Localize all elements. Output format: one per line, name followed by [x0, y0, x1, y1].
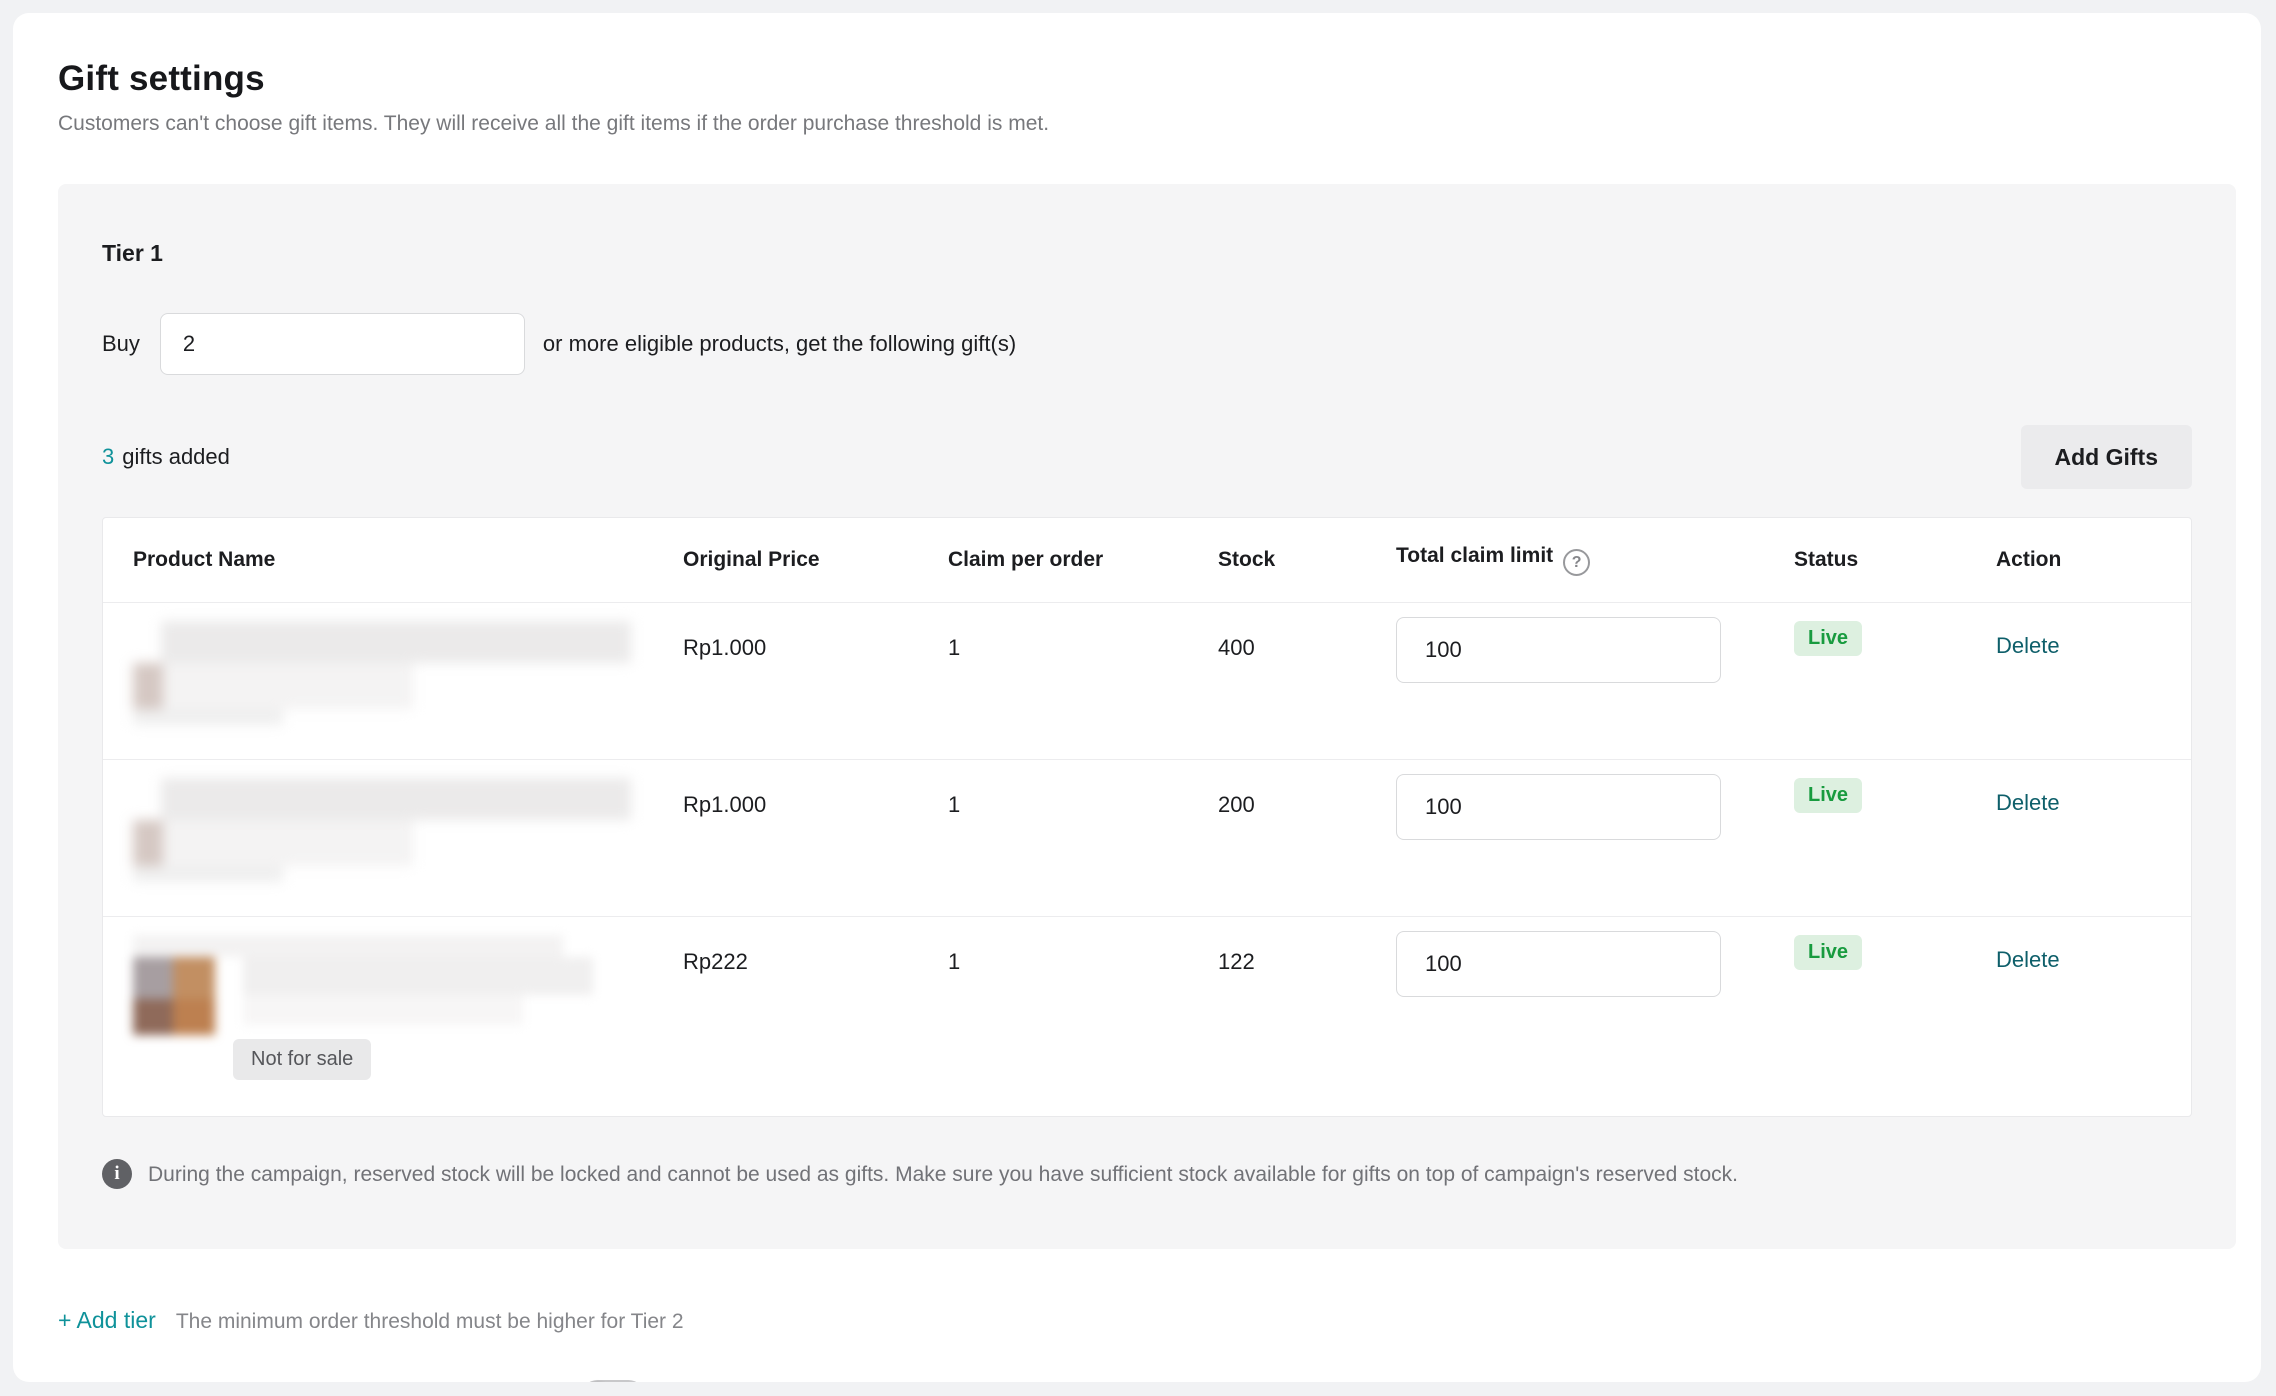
- delete-link[interactable]: Delete: [1996, 760, 2060, 816]
- buy-label: Buy: [102, 331, 140, 357]
- status-badge: Live: [1794, 778, 1862, 813]
- threshold-row: Buy or more eligible products, get the f…: [102, 313, 2192, 375]
- delete-link[interactable]: Delete: [1996, 603, 2060, 659]
- limit-per-customer-row: This promotion is limited to one per cus…: [58, 1380, 2233, 1382]
- stock-value: 400: [1218, 603, 1396, 661]
- column-header-status: Status: [1794, 548, 1996, 572]
- action-cell: Delete: [1996, 603, 2156, 659]
- product-thumbnail-blurred: Not for sale: [103, 917, 683, 1116]
- stock-value: 122: [1218, 917, 1396, 975]
- column-header-product-name: Product Name: [103, 548, 683, 572]
- blurred-product-image: [133, 778, 643, 882]
- original-price-value: Rp1.000: [683, 760, 948, 818]
- threshold-input[interactable]: [160, 313, 525, 375]
- column-header-claim-per-order: Claim per order: [948, 548, 1218, 572]
- blurred-product-image: [133, 621, 643, 725]
- not-for-sale-badge: Not for sale: [233, 1039, 371, 1080]
- total-claim-limit-cell: [1396, 760, 1794, 840]
- gifts-added-text: 3 gifts added: [102, 444, 230, 470]
- total-claim-limit-input[interactable]: [1396, 931, 1721, 997]
- gift-settings-card: Gift settings Customers can't choose gif…: [13, 13, 2261, 1382]
- status-badge: Live: [1794, 621, 1862, 656]
- original-price-value: Rp222: [683, 917, 948, 975]
- table-row: Not for sale Rp222 1 122 Live Delete: [103, 916, 2191, 1116]
- reserved-stock-note-text: During the campaign, reserved stock will…: [148, 1161, 1738, 1189]
- add-gifts-button[interactable]: Add Gifts: [2021, 425, 2193, 489]
- total-claim-limit-label: Total claim limit: [1396, 544, 1553, 567]
- tier-title: Tier 1: [102, 240, 2192, 267]
- table-header-row: Product Name Original Price Claim per or…: [103, 518, 2191, 602]
- total-claim-limit-cell: [1396, 917, 1794, 997]
- total-claim-limit-input[interactable]: [1396, 774, 1721, 840]
- status-cell: Live: [1794, 760, 1996, 813]
- page-title: Gift settings: [58, 59, 2233, 99]
- column-header-total-claim-limit: Total claim limit?: [1396, 544, 1794, 577]
- threshold-suffix: or more eligible products, get the follo…: [543, 331, 1016, 357]
- total-claim-limit-cell: [1396, 603, 1794, 683]
- help-icon[interactable]: ?: [1563, 549, 1590, 576]
- original-price-value: Rp1.000: [683, 603, 948, 661]
- info-icon: i: [102, 1159, 132, 1189]
- status-cell: Live: [1794, 917, 1996, 970]
- add-tier-link[interactable]: + Add tier: [58, 1307, 156, 1334]
- product-thumbnail-blurred: [103, 603, 683, 741]
- gifts-added-label: gifts added: [122, 444, 230, 469]
- reserved-stock-note: i During the campaign, reserved stock wi…: [102, 1161, 2192, 1189]
- status-cell: Live: [1794, 603, 1996, 656]
- product-thumbnail-blurred: [103, 760, 683, 898]
- action-cell: Delete: [1996, 760, 2156, 816]
- delete-link[interactable]: Delete: [1996, 917, 2060, 973]
- column-header-stock: Stock: [1218, 548, 1396, 572]
- claim-per-order-value: 1: [948, 917, 1218, 975]
- total-claim-limit-input[interactable]: [1396, 617, 1721, 683]
- status-badge: Live: [1794, 935, 1862, 970]
- page-subtitle: Customers can't choose gift items. They …: [58, 112, 2233, 136]
- add-tier-row: + Add tier The minimum order threshold m…: [58, 1307, 2233, 1334]
- blurred-product-image: [133, 935, 643, 1035]
- stock-value: 200: [1218, 760, 1396, 818]
- claim-per-order-value: 1: [948, 603, 1218, 661]
- table-row: Rp1.000 1 400 Live Delete: [103, 602, 2191, 759]
- action-cell: Delete: [1996, 917, 2156, 973]
- gifts-added-count: 3: [102, 444, 114, 469]
- claim-per-order-value: 1: [948, 760, 1218, 818]
- column-header-action: Action: [1996, 548, 2156, 572]
- add-tier-note: The minimum order threshold must be high…: [176, 1310, 684, 1334]
- limit-per-customer-toggle[interactable]: [581, 1380, 645, 1382]
- gift-table: Product Name Original Price Claim per or…: [102, 517, 2192, 1117]
- column-header-original-price: Original Price: [683, 548, 948, 572]
- tier-panel: Tier 1 Buy or more eligible products, ge…: [58, 184, 2236, 1249]
- gifts-row: 3 gifts added Add Gifts: [102, 425, 2192, 489]
- table-row: Rp1.000 1 200 Live Delete: [103, 759, 2191, 916]
